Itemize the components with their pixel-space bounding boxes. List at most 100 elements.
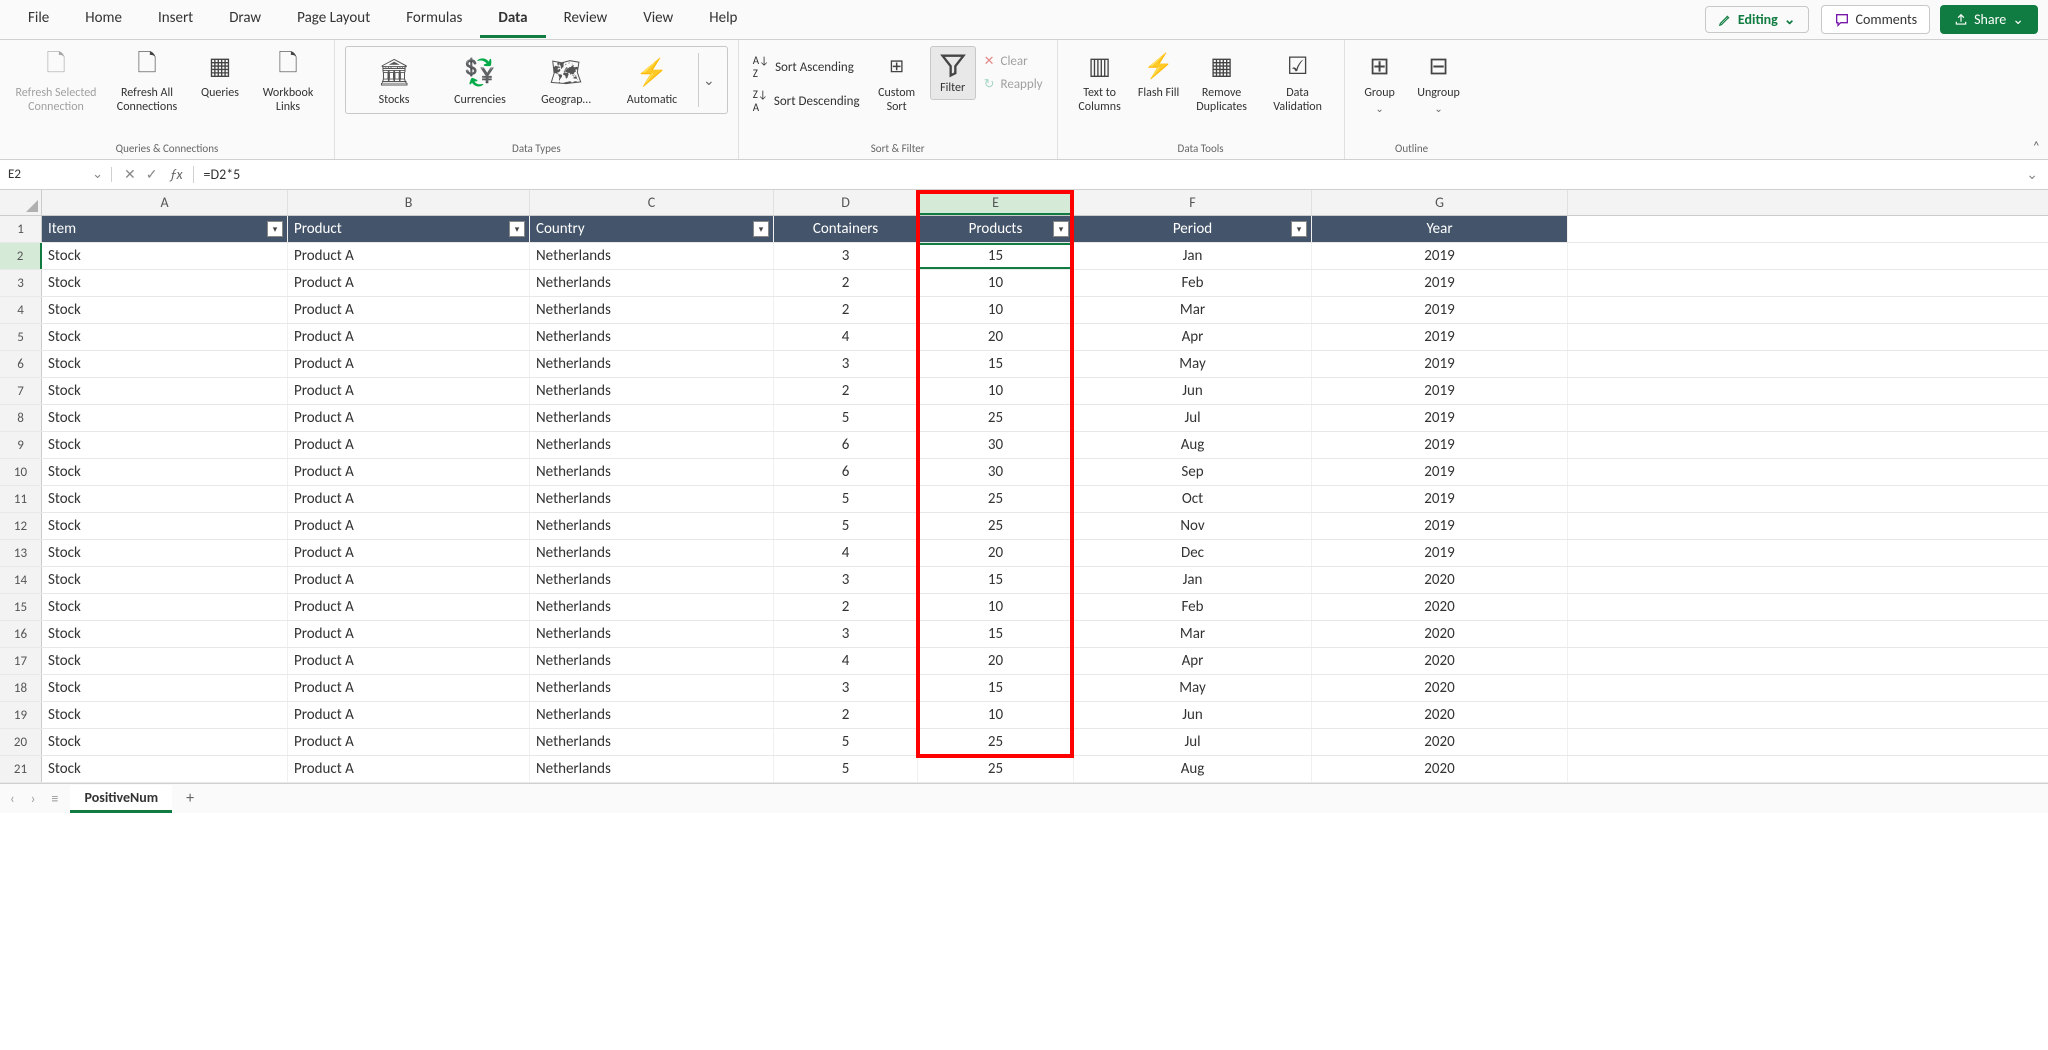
cell[interactable]: Feb xyxy=(1074,270,1312,296)
filter-dropdown-icon[interactable]: ▾ xyxy=(509,221,525,237)
cell[interactable]: Product A xyxy=(288,702,530,728)
cell[interactable]: Netherlands xyxy=(530,243,774,269)
table-header-cell[interactable]: Product▾ xyxy=(288,216,530,242)
cell[interactable]: 2019 xyxy=(1312,243,1568,269)
cell[interactable]: 2020 xyxy=(1312,702,1568,728)
cell[interactable]: 4 xyxy=(774,648,918,674)
cell[interactable]: Stock xyxy=(42,729,288,755)
cell[interactable]: Stock xyxy=(42,405,288,431)
cell[interactable]: Stock xyxy=(42,459,288,485)
cell[interactable]: 2 xyxy=(774,270,918,296)
geography-button[interactable]: 🗺 Geograp… xyxy=(526,53,606,107)
filter-button[interactable]: Filter xyxy=(930,46,976,100)
menu-tab-draw[interactable]: Draw xyxy=(211,1,279,38)
sheet-nav-next-icon[interactable]: › xyxy=(27,790,40,807)
cell[interactable]: 2019 xyxy=(1312,540,1568,566)
cell[interactable]: Product A xyxy=(288,351,530,377)
formula-input[interactable]: =D2*5 xyxy=(194,166,2017,183)
select-all-corner[interactable] xyxy=(0,190,42,215)
cell[interactable]: 15 xyxy=(918,351,1074,377)
cell[interactable]: Jul xyxy=(1074,405,1312,431)
cell[interactable]: 3 xyxy=(774,567,918,593)
cell[interactable]: Netherlands xyxy=(530,621,774,647)
row-header[interactable]: 4 xyxy=(0,297,42,323)
menu-tab-page-layout[interactable]: Page Layout xyxy=(279,1,388,38)
cell[interactable]: 2 xyxy=(774,297,918,323)
table-header-cell[interactable]: Period▾ xyxy=(1074,216,1312,242)
cell[interactable]: Stock xyxy=(42,702,288,728)
cell[interactable]: Stock xyxy=(42,567,288,593)
name-box[interactable]: E2 ⌄ xyxy=(0,167,112,182)
cell[interactable]: Netherlands xyxy=(530,513,774,539)
cell[interactable]: 2019 xyxy=(1312,486,1568,512)
cell[interactable]: Stock xyxy=(42,297,288,323)
row-header[interactable]: 17 xyxy=(0,648,42,674)
row-header[interactable]: 21 xyxy=(0,756,42,782)
cell[interactable]: 3 xyxy=(774,621,918,647)
add-sheet-icon[interactable]: + xyxy=(180,789,200,808)
cell[interactable]: Jan xyxy=(1074,243,1312,269)
cell[interactable]: 6 xyxy=(774,459,918,485)
remove-duplicates-button[interactable]: ▦ Remove Duplicates xyxy=(1186,46,1258,116)
cancel-formula-icon[interactable]: ✕ xyxy=(124,166,136,183)
queries-button[interactable]: ▦ Queries xyxy=(192,46,248,102)
cell[interactable]: Stock xyxy=(42,378,288,404)
cell[interactable]: Stock xyxy=(42,621,288,647)
data-types-gallery[interactable]: 🏛 Stocks 💱 Currencies 🗺 Geograp… ⚡ Autom… xyxy=(345,46,728,114)
cell[interactable]: 2019 xyxy=(1312,513,1568,539)
cell[interactable]: 5 xyxy=(774,513,918,539)
column-header-E[interactable]: E xyxy=(918,190,1074,215)
cell[interactable]: 2 xyxy=(774,378,918,404)
column-header-G[interactable]: G xyxy=(1312,190,1568,215)
table-header-cell[interactable]: Year xyxy=(1312,216,1568,242)
cell[interactable]: Oct xyxy=(1074,486,1312,512)
cell[interactable]: 15 xyxy=(918,243,1074,269)
cell[interactable]: Stock xyxy=(42,648,288,674)
cell[interactable]: Product A xyxy=(288,459,530,485)
row-header[interactable]: 16 xyxy=(0,621,42,647)
column-header-B[interactable]: B xyxy=(288,190,530,215)
gallery-more-icon[interactable]: ⌄ xyxy=(698,53,719,107)
row-header[interactable]: 19 xyxy=(0,702,42,728)
cell[interactable]: Netherlands xyxy=(530,486,774,512)
cell[interactable]: Stock xyxy=(42,486,288,512)
menu-tab-home[interactable]: Home xyxy=(67,1,140,38)
cell[interactable]: Product A xyxy=(288,378,530,404)
cell[interactable]: Jan xyxy=(1074,567,1312,593)
row-header[interactable]: 6 xyxy=(0,351,42,377)
cell[interactable]: 10 xyxy=(918,270,1074,296)
workbook-links-button[interactable]: 🗋 Workbook Links xyxy=(252,46,324,116)
cell[interactable]: 25 xyxy=(918,405,1074,431)
cell[interactable]: 25 xyxy=(918,756,1074,782)
cell[interactable]: Aug xyxy=(1074,432,1312,458)
cell[interactable]: Product A xyxy=(288,648,530,674)
cell[interactable]: 5 xyxy=(774,729,918,755)
cell[interactable]: 2019 xyxy=(1312,351,1568,377)
cell[interactable]: 2019 xyxy=(1312,378,1568,404)
row-header[interactable]: 18 xyxy=(0,675,42,701)
cell[interactable]: Product A xyxy=(288,729,530,755)
cell[interactable]: Netherlands xyxy=(530,675,774,701)
row-header[interactable]: 13 xyxy=(0,540,42,566)
share-button[interactable]: Share ⌄ xyxy=(1940,5,2038,34)
cell[interactable]: 2020 xyxy=(1312,648,1568,674)
cell[interactable]: 2020 xyxy=(1312,756,1568,782)
table-header-cell[interactable]: Country▾ xyxy=(530,216,774,242)
column-header-D[interactable]: D xyxy=(774,190,918,215)
refresh-all-button[interactable]: 🗋 Refresh All Connections xyxy=(106,46,188,116)
cell[interactable]: 10 xyxy=(918,594,1074,620)
sheet-tab-active[interactable]: PositiveNum xyxy=(70,785,172,813)
column-header-C[interactable]: C xyxy=(530,190,774,215)
cell[interactable]: Product A xyxy=(288,594,530,620)
cell[interactable]: 2020 xyxy=(1312,567,1568,593)
cell[interactable]: 2019 xyxy=(1312,324,1568,350)
cell[interactable]: 2019 xyxy=(1312,459,1568,485)
cell[interactable]: Netherlands xyxy=(530,432,774,458)
row-header[interactable]: 1 xyxy=(0,216,42,242)
cell[interactable]: Nov xyxy=(1074,513,1312,539)
cell[interactable]: Stock xyxy=(42,432,288,458)
menu-tab-formulas[interactable]: Formulas xyxy=(388,1,480,38)
filter-dropdown-icon[interactable]: ▾ xyxy=(267,221,283,237)
cell[interactable]: Product A xyxy=(288,513,530,539)
enter-formula-icon[interactable]: ✓ xyxy=(146,166,158,183)
